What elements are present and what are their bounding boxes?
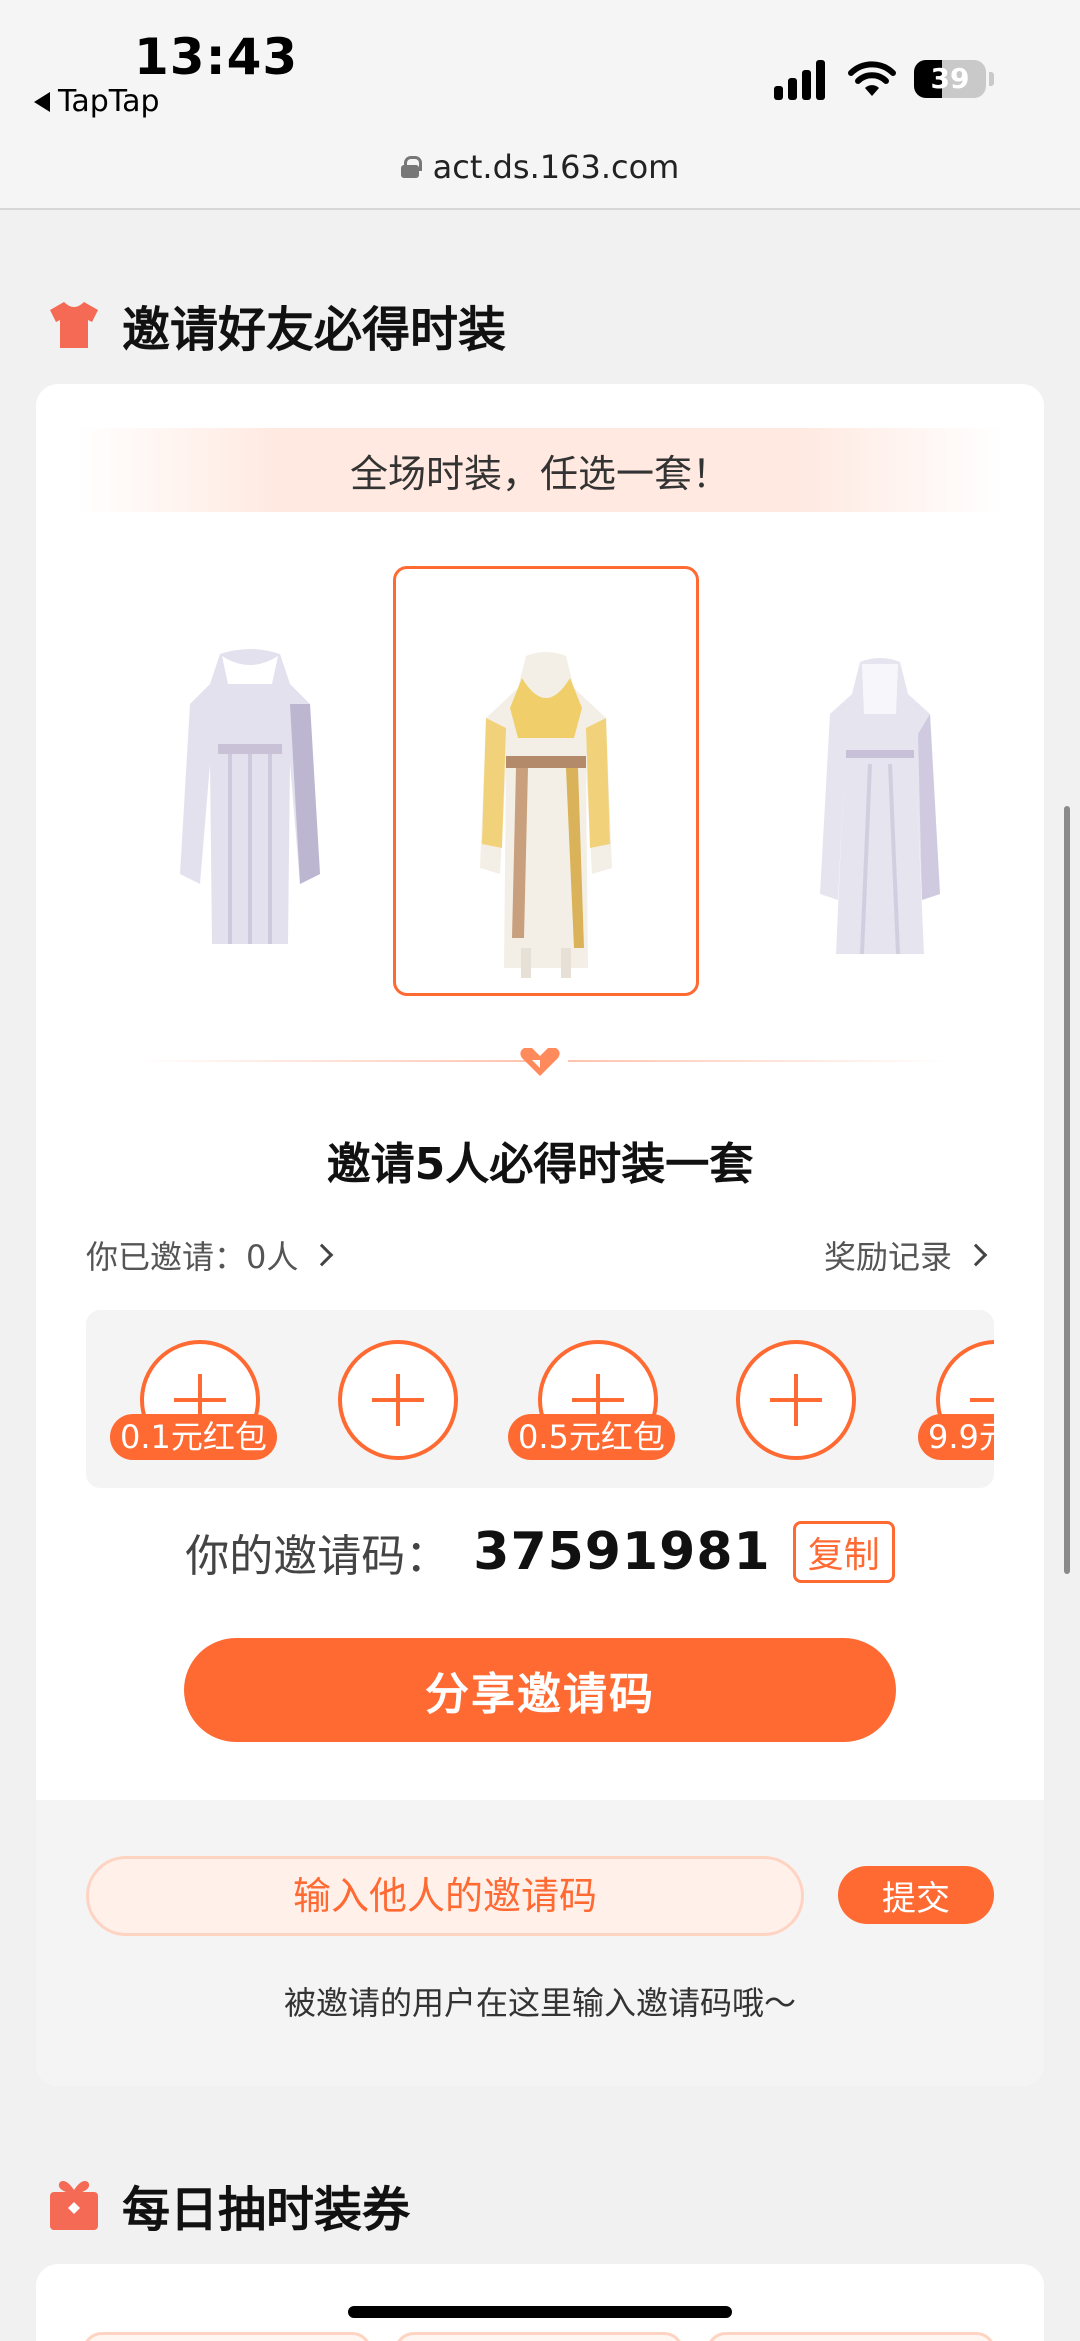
invite-goal-title: 邀请5人必得时装一套 — [326, 1139, 754, 1190]
invite-code-value: 37591981 — [473, 1522, 771, 1582]
daily-section-header: 每日抽时装券 — [46, 2170, 410, 2240]
url-text: act.ds.163.com — [432, 148, 680, 186]
cellular-signal-icon — [774, 58, 825, 100]
reward-log-label: 奖励记录 — [823, 1238, 952, 1276]
coupon-slot-3[interactable] — [706, 2332, 996, 2341]
divider-right — [568, 1060, 948, 1062]
costume-right[interactable] — [790, 654, 970, 964]
coupon-slot-1[interactable] — [82, 2332, 372, 2341]
promo-banner: 全场时装，任选一套！ — [76, 428, 1004, 512]
reward-tag-1: 0.1元红包 — [110, 1414, 277, 1460]
scrollbar[interactable] — [1064, 806, 1070, 1574]
invite-code-label: 你的邀请码： — [185, 1531, 450, 1582]
reward-tag-5: 9.9元 — [918, 1414, 994, 1460]
invite-slot-2[interactable] — [338, 1340, 458, 1460]
invite-slot-4[interactable] — [736, 1340, 856, 1460]
costume-left[interactable] — [160, 644, 340, 964]
invite-section-header: 邀请好友必得时装 — [46, 290, 506, 360]
back-arrow-icon — [34, 91, 50, 112]
copy-button[interactable]: 复制 — [792, 1521, 895, 1583]
lock-icon — [400, 156, 422, 178]
daily-section-title: 每日抽时装券 — [122, 2182, 411, 2238]
enter-code-hint: 被邀请的用户在这里输入邀请码哦～ — [283, 1984, 796, 2022]
daily-card — [36, 2264, 1044, 2341]
reward-tag-3: 0.5元红包 — [508, 1414, 675, 1460]
battery-level: 39 — [930, 62, 970, 95]
invited-count-link[interactable]: 你已邀请：0人 — [86, 1232, 334, 1278]
heart-divider-icon — [520, 1048, 560, 1076]
clock: 13:43 — [134, 28, 299, 86]
status-bar: 13:43 TapTap 39 — [0, 0, 1080, 140]
reward-log-link[interactable]: 奖励记录 — [823, 1232, 988, 1278]
back-app-label: TapTap — [58, 84, 160, 119]
invite-section-title: 邀请好友必得时装 — [122, 302, 507, 358]
battery-cap — [989, 72, 994, 86]
invite-card: 全场时装，任选一套！ 邀请5人必得时装一套 你已邀请：0人 奖励记录 0.1元红… — [36, 384, 1044, 2086]
share-invite-code-button[interactable]: 分享邀请码 — [184, 1638, 896, 1742]
chevron-right-icon — [311, 1243, 334, 1267]
gift-icon — [50, 2181, 98, 2230]
battery-icon: 39 — [914, 60, 986, 98]
submit-button[interactable]: 提交 — [838, 1866, 994, 1924]
invite-code-row: 你的邀请码： 37591981 复制 — [36, 1520, 1044, 1584]
wifi-icon — [848, 61, 896, 96]
browser-url-bar[interactable]: act.ds.163.com — [0, 140, 1080, 210]
home-indicator[interactable] — [348, 2306, 732, 2318]
chevron-right-icon — [964, 1243, 988, 1267]
invite-code-input[interactable] — [86, 1856, 804, 1936]
invite-slots: 0.1元红包 0.5元红包 9.9元 — [86, 1310, 994, 1488]
coupon-slot-2[interactable] — [394, 2332, 684, 2341]
divider-left — [136, 1060, 536, 1062]
enter-code-area: 提交 被邀请的用户在这里输入邀请码哦～ — [36, 1800, 1044, 2086]
invited-count-label: 你已邀请：0人 — [86, 1238, 299, 1276]
tshirt-icon — [50, 302, 98, 348]
costume-center-selected[interactable] — [446, 648, 646, 988]
back-to-app-link[interactable]: TapTap — [34, 84, 160, 119]
